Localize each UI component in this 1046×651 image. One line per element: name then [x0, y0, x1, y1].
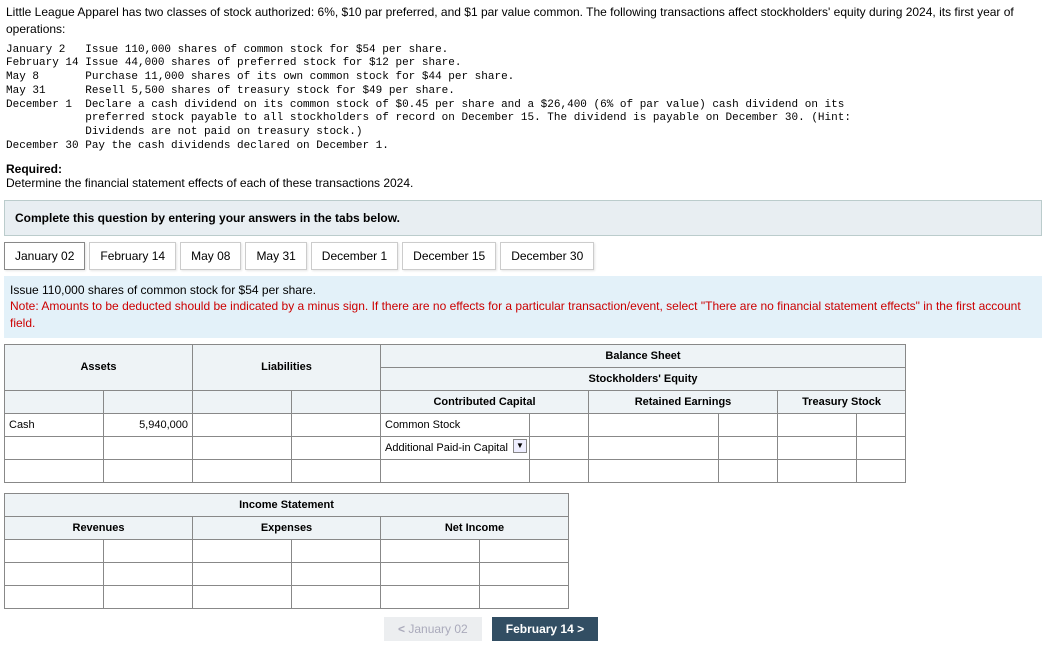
- treasury-stock-header: Treasury Stock: [778, 390, 906, 413]
- tab-may-08[interactable]: May 08: [180, 242, 241, 270]
- instruction-box: Issue 110,000 shares of common stock for…: [4, 276, 1042, 338]
- net-income-header: Net Income: [381, 516, 569, 539]
- complete-panel: Complete this question by entering your …: [4, 200, 1042, 236]
- tab-dec-30[interactable]: December 30: [500, 242, 594, 270]
- table-row: [5, 459, 906, 482]
- table-row: [5, 539, 569, 562]
- instruction-line1: Issue 110,000 shares of common stock for…: [10, 282, 1036, 299]
- cc-value-cell-2[interactable]: [530, 436, 589, 459]
- required-text: Determine the financial statement effect…: [6, 176, 1040, 190]
- contributed-capital-header: Contributed Capital: [381, 390, 589, 413]
- cc-value-cell-1[interactable]: [530, 413, 589, 436]
- ts-account-cell[interactable]: [778, 413, 857, 436]
- income-statement-header: Income Statement: [5, 493, 569, 516]
- table-row: Additional Paid-in Capital ▼: [5, 436, 906, 459]
- retained-earnings-header: Retained Earnings: [589, 390, 778, 413]
- tab-jan-02[interactable]: January 02: [4, 242, 85, 270]
- liab-account-cell[interactable]: [193, 413, 292, 436]
- tab-dec-15[interactable]: December 15: [402, 242, 496, 270]
- table-row: Cash 5,940,000 Common Stock: [5, 413, 906, 436]
- tab-may-31[interactable]: May 31: [245, 242, 306, 270]
- liabilities-header: Liabilities: [193, 344, 381, 390]
- chevron-left-icon: <: [398, 622, 405, 636]
- asset-value-cell[interactable]: 5,940,000: [104, 413, 193, 436]
- balance-sheet-header: Balance Sheet: [381, 344, 906, 367]
- cc-account-label-2: Additional Paid-in Capital: [385, 442, 508, 454]
- chevron-down-icon[interactable]: ▼: [513, 439, 527, 453]
- revenues-header: Revenues: [5, 516, 193, 539]
- expenses-header: Expenses: [193, 516, 381, 539]
- asset-account-cell[interactable]: Cash: [5, 413, 104, 436]
- required-heading: Required:: [6, 162, 1040, 176]
- asset-value-cell[interactable]: [104, 436, 193, 459]
- liab-value-cell[interactable]: [292, 436, 381, 459]
- table-row: [5, 585, 569, 608]
- table-row: [5, 562, 569, 585]
- cc-account-cell-1[interactable]: Common Stock: [381, 413, 530, 436]
- liab-value-cell[interactable]: [292, 413, 381, 436]
- balance-sheet-table: Assets Liabilities Balance Sheet Stockho…: [4, 344, 906, 483]
- asset-account-cell[interactable]: [5, 436, 104, 459]
- date-tabs: January 02 February 14 May 08 May 31 Dec…: [4, 242, 1042, 270]
- instruction-note: Note: Amounts to be deducted should be i…: [10, 298, 1036, 332]
- tab-feb-14[interactable]: February 14: [89, 242, 176, 270]
- next-button-label: February 14: [506, 622, 574, 636]
- re-account-cell[interactable]: [589, 413, 719, 436]
- tab-dec-1[interactable]: December 1: [311, 242, 398, 270]
- income-statement-table: Income Statement Revenues Expenses Net I…: [4, 493, 569, 609]
- next-button[interactable]: February 14 >: [492, 617, 598, 641]
- prev-button-label: January 02: [408, 622, 467, 636]
- assets-header: Assets: [5, 344, 193, 390]
- prev-button[interactable]: < January 02: [384, 617, 482, 641]
- problem-intro: Little League Apparel has two classes of…: [0, 0, 1046, 42]
- chevron-right-icon: >: [577, 622, 584, 636]
- transaction-list: January 2 Issue 110,000 shares of common…: [0, 42, 1046, 156]
- cc-account-cell-2[interactable]: Additional Paid-in Capital ▼: [381, 436, 530, 459]
- re-value-cell[interactable]: [718, 413, 777, 436]
- liab-account-cell[interactable]: [193, 436, 292, 459]
- ts-value-cell[interactable]: [857, 413, 906, 436]
- stockholders-equity-header: Stockholders' Equity: [381, 367, 906, 390]
